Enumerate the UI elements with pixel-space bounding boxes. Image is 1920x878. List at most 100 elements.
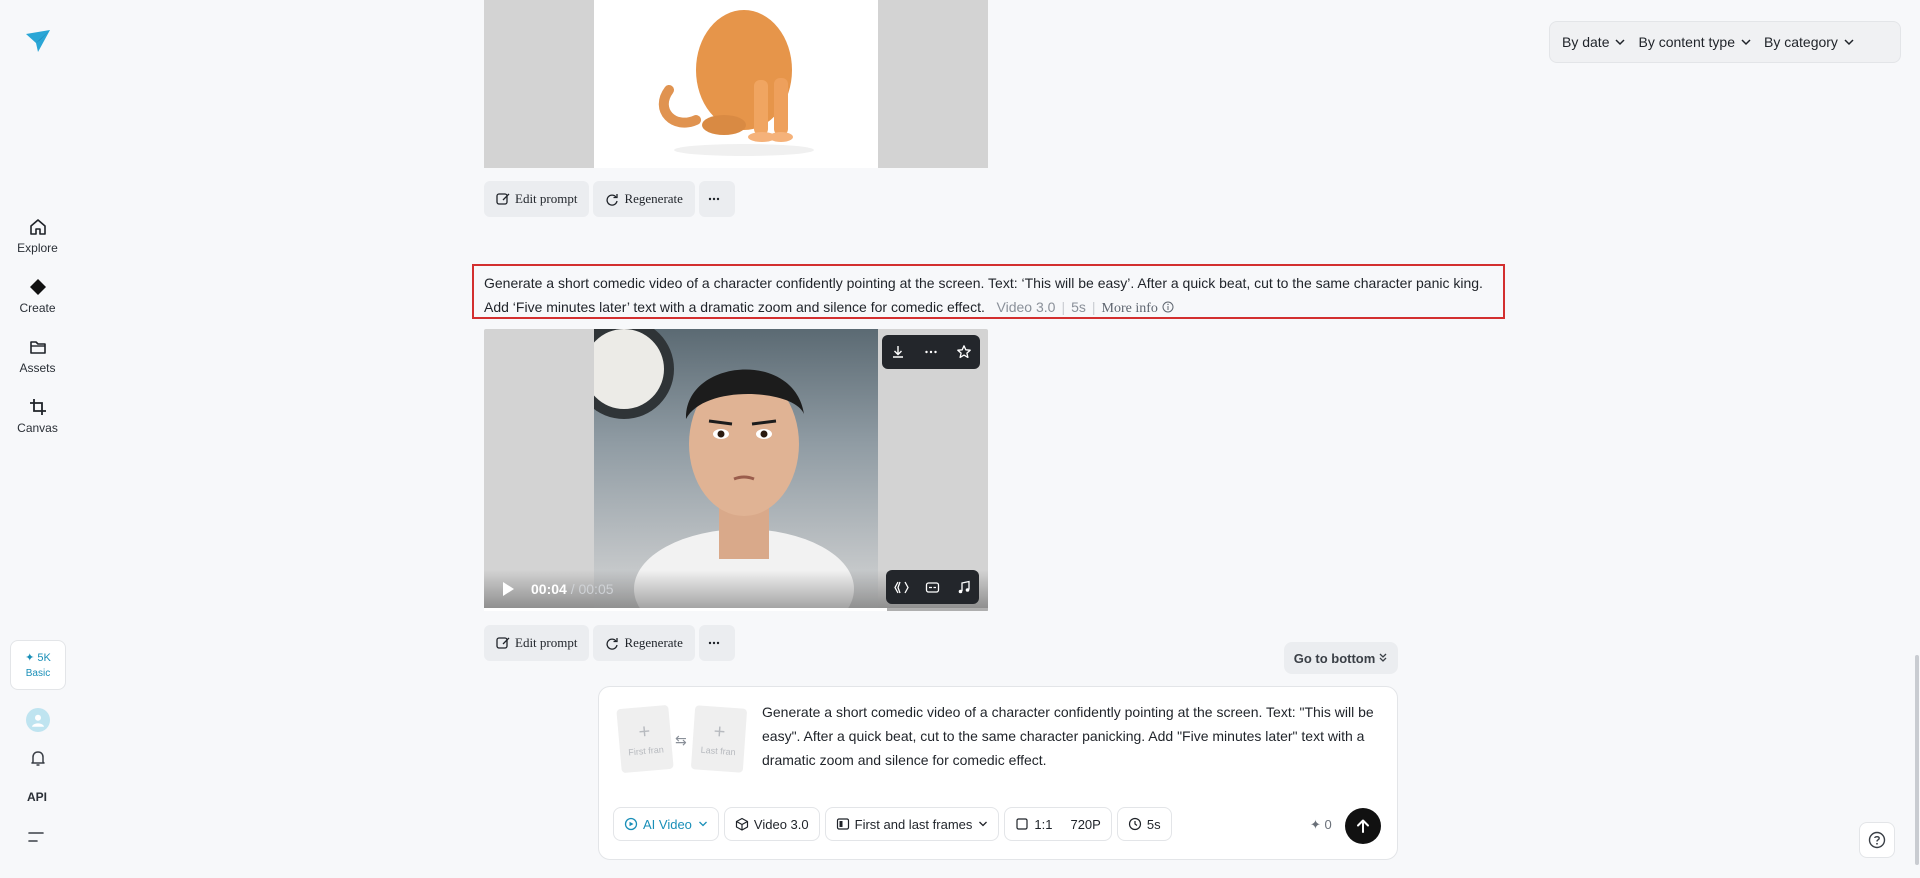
first-frame-upload[interactable]: + First fran xyxy=(616,704,674,774)
edit-prompt-button[interactable]: Edit prompt xyxy=(484,625,590,661)
regenerate-button[interactable]: Regenerate xyxy=(593,625,695,661)
chevron-down-icon xyxy=(979,821,988,827)
help-button[interactable] xyxy=(1859,822,1895,858)
sidebar-item-label: Create xyxy=(19,301,56,315)
total-time: / 00:05 xyxy=(570,581,614,597)
chevron-down-icon xyxy=(1615,39,1626,46)
more-info-link[interactable]: More info xyxy=(1102,301,1158,316)
video-actions: Edit prompt Regenerate xyxy=(484,625,735,661)
plus-icon: + xyxy=(712,720,727,744)
download-icon[interactable] xyxy=(890,344,906,360)
prompt-text: Generate a short comedic video of a char… xyxy=(484,275,1483,315)
regenerate-button[interactable]: Regenerate xyxy=(593,181,695,217)
resolution-label: 720P xyxy=(1070,816,1101,832)
menu-icon[interactable] xyxy=(28,830,46,844)
cube-icon xyxy=(735,817,749,831)
mode-select[interactable]: AI Video xyxy=(613,807,719,841)
aspect-ratio-label: 1:1 xyxy=(1034,816,1053,832)
video-tools xyxy=(886,570,979,604)
cat-image xyxy=(658,10,814,156)
video-player[interactable] xyxy=(484,329,988,611)
filter-label: By date xyxy=(1562,34,1610,50)
lip-sync-icon[interactable] xyxy=(894,580,909,595)
more-options-button[interactable] xyxy=(698,181,735,217)
duration-label: 5s xyxy=(1146,816,1161,832)
filter-by-content-type[interactable]: By content type xyxy=(1632,34,1758,50)
frames-icon xyxy=(836,818,849,830)
frames-mode-select[interactable]: First and last frames xyxy=(824,807,1000,841)
edit-prompt-label: Edit prompt xyxy=(515,635,578,650)
model-label: Video 3.0 xyxy=(996,299,1056,315)
aspect-ratio-icon xyxy=(1016,818,1028,830)
generation-prompt[interactable]: Generate a short comedic video of a char… xyxy=(472,264,1505,319)
swap-frames-icon[interactable]: ⇆ xyxy=(675,732,687,749)
sidebar-item-create[interactable]: Create xyxy=(0,266,75,326)
home-icon xyxy=(29,219,46,235)
video-thumbnail xyxy=(574,329,854,611)
app-logo[interactable] xyxy=(24,28,52,56)
mode-label: AI Video xyxy=(643,816,692,832)
plan-label: Basic xyxy=(25,668,51,679)
regenerate-label: Regenerate xyxy=(624,635,683,650)
bell-icon[interactable] xyxy=(28,748,48,768)
go-to-bottom-button[interactable]: Go to bottom xyxy=(1284,642,1398,674)
model-select[interactable]: Video 3.0 xyxy=(723,807,820,841)
generated-image[interactable] xyxy=(484,0,988,168)
send-button[interactable] xyxy=(1345,808,1381,844)
video-progress-bar[interactable] xyxy=(484,608,988,611)
play-icon[interactable] xyxy=(501,581,515,597)
image-frame xyxy=(594,0,878,168)
more-options-button[interactable] xyxy=(698,625,735,661)
go-to-bottom-label: Go to bottom xyxy=(1293,650,1376,666)
more-icon[interactable] xyxy=(923,344,939,360)
edit-prompt-label: Edit prompt xyxy=(515,191,578,206)
current-time: 00:04 xyxy=(531,581,567,597)
frames-mode-label: First and last frames xyxy=(854,816,973,832)
more-icon xyxy=(709,197,720,201)
model-label: Video 3.0 xyxy=(753,816,809,832)
more-icon xyxy=(709,641,720,645)
avatar[interactable] xyxy=(26,708,50,732)
chevron-down-icon xyxy=(1844,39,1854,46)
page-scrollbar[interactable] xyxy=(1915,655,1919,865)
regenerate-label: Regenerate xyxy=(624,191,683,206)
diamond-icon xyxy=(29,279,46,295)
sidebar-item-canvas[interactable]: Canvas xyxy=(0,386,75,446)
duration-select[interactable]: 5s xyxy=(1116,807,1172,841)
video-progress-fill xyxy=(484,608,888,611)
caption-icon[interactable] xyxy=(925,580,940,595)
prompt-input[interactable]: Generate a short comedic video of a char… xyxy=(762,700,1387,772)
last-frame-label: Last fran xyxy=(700,744,736,758)
credits-badge[interactable]: ✦ 5K Basic xyxy=(10,640,66,690)
clock-icon xyxy=(1128,817,1141,831)
sidebar-item-explore[interactable]: Explore xyxy=(0,206,75,266)
refresh-icon xyxy=(606,194,619,206)
info-icon xyxy=(1162,301,1174,313)
crop-icon xyxy=(29,399,46,415)
aspect-resolution-select[interactable]: 1:1 720P xyxy=(1004,807,1112,841)
music-icon[interactable] xyxy=(956,580,971,595)
filter-label: By content type xyxy=(1638,34,1735,50)
filter-bar: By date By content type By category xyxy=(1549,21,1901,63)
help-icon xyxy=(1868,831,1886,849)
sidebar-item-assets[interactable]: Assets xyxy=(0,326,75,386)
arrow-up-icon xyxy=(1357,819,1369,833)
edit-icon xyxy=(496,193,510,205)
sidebar-item-label: Canvas xyxy=(17,421,58,435)
first-frame-label: First fran xyxy=(627,744,665,758)
video-toolbar xyxy=(882,335,980,369)
edit-icon xyxy=(496,637,510,649)
filter-by-date[interactable]: By date xyxy=(1556,34,1632,50)
last-frame-upload[interactable]: + Last fran xyxy=(690,705,748,773)
star-icon[interactable] xyxy=(956,344,972,360)
credit-cost: ✦ 0 xyxy=(1310,817,1332,832)
api-link[interactable]: API xyxy=(27,790,47,804)
ai-video-icon xyxy=(624,817,638,831)
prompt-meta: Video 3.0 | 5s | More info xyxy=(989,299,1174,316)
refresh-icon xyxy=(606,638,619,650)
filter-by-category[interactable]: By category xyxy=(1758,34,1861,50)
chevron-down-icon xyxy=(698,821,707,827)
prompt-composer: + First fran ⇆ + Last fran Generate a sh… xyxy=(598,686,1398,860)
edit-prompt-button[interactable]: Edit prompt xyxy=(484,181,590,217)
filter-label: By category xyxy=(1764,34,1838,50)
